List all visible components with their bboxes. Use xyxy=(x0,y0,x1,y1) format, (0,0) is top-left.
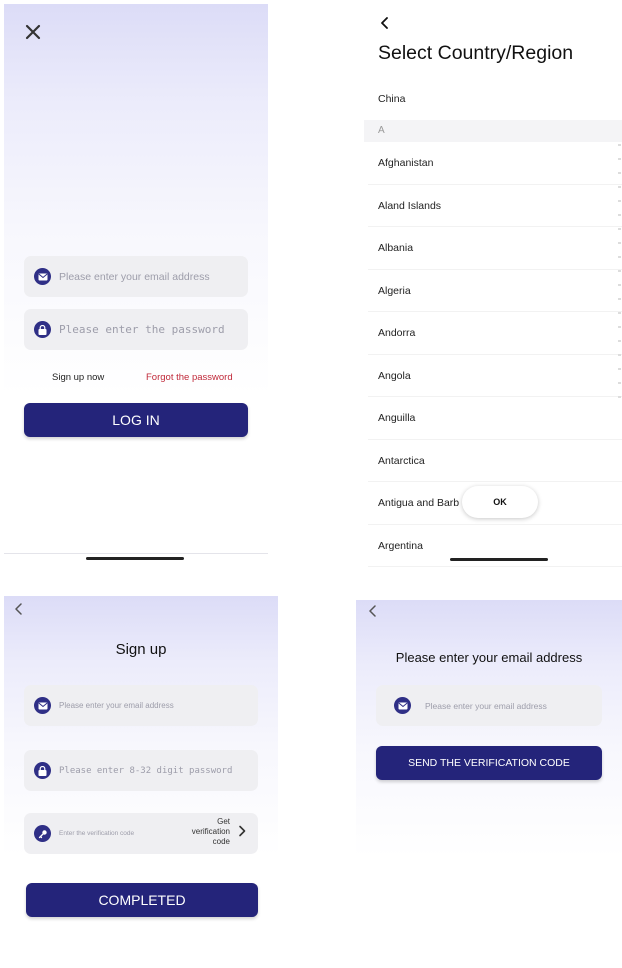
page-title: Select Country/Region xyxy=(378,42,574,64)
get-code-label-line1: Get xyxy=(217,817,230,826)
get-code-button[interactable]: Get verification code xyxy=(176,817,246,847)
email-input[interactable] xyxy=(59,270,248,283)
list-item[interactable]: Afghanistan xyxy=(368,142,622,185)
section-header: A xyxy=(364,120,622,142)
country-picker-screen: Select Country/Region China A Afghanista… xyxy=(364,4,622,574)
list-item[interactable]: Anguilla xyxy=(368,397,622,440)
pinned-country[interactable]: China xyxy=(378,93,405,105)
email-field[interactable] xyxy=(376,685,602,726)
get-code-label-line2: verification xyxy=(191,827,230,836)
login-button-label: LOG IN xyxy=(112,412,160,428)
verification-code-field[interactable]: Get verification code xyxy=(24,813,258,854)
list-item[interactable]: Aland Islands xyxy=(368,185,622,227)
list-item[interactable]: Antarctica xyxy=(368,440,622,482)
verification-code-input[interactable] xyxy=(59,830,171,837)
alphabet-index[interactable] xyxy=(618,144,621,404)
mail-icon xyxy=(394,697,411,714)
signup-screen: Sign up Get verification code COMPLETED xyxy=(4,596,278,968)
email-field[interactable] xyxy=(24,256,248,297)
section-letter: A xyxy=(378,125,385,136)
page-title: Sign up xyxy=(115,641,167,658)
list-item[interactable]: Andorra xyxy=(368,312,622,355)
password-field[interactable] xyxy=(24,309,248,350)
email-input[interactable] xyxy=(425,700,602,711)
login-screen: Sign up now Forgot the password LOG IN xyxy=(4,4,268,564)
bottom-divider xyxy=(4,553,268,554)
list-item[interactable]: Angola xyxy=(368,355,622,397)
ok-button-label: OK xyxy=(493,497,507,507)
lock-icon xyxy=(34,321,51,338)
send-button-label: SEND THE VERIFICATION CODE xyxy=(408,757,570,769)
back-icon[interactable] xyxy=(368,604,380,618)
completed-button[interactable]: COMPLETED xyxy=(26,883,258,917)
email-field[interactable] xyxy=(24,685,258,726)
key-icon xyxy=(34,825,51,842)
password-field[interactable] xyxy=(24,750,258,791)
login-button[interactable]: LOG IN xyxy=(24,403,248,437)
page-title: Please enter your email address xyxy=(395,650,583,665)
mail-icon xyxy=(34,268,51,285)
mail-icon xyxy=(34,697,51,714)
password-input[interactable] xyxy=(59,765,258,776)
list-item[interactable]: Albania xyxy=(368,227,622,270)
email-verification-screen: Please enter your email address SEND THE… xyxy=(356,600,622,968)
chevron-right-icon xyxy=(238,825,246,840)
send-verification-code-button[interactable]: SEND THE VERIFICATION CODE xyxy=(376,746,602,780)
signup-link[interactable]: Sign up now xyxy=(52,372,104,383)
home-indicator xyxy=(86,557,184,560)
back-icon[interactable] xyxy=(380,16,392,30)
list-item[interactable]: Algeria xyxy=(368,270,622,312)
close-icon[interactable] xyxy=(24,23,42,41)
home-indicator xyxy=(450,558,548,561)
back-icon[interactable] xyxy=(14,602,26,616)
password-input[interactable] xyxy=(59,323,248,336)
forgot-password-link[interactable]: Forgot the password xyxy=(146,372,233,383)
completed-button-label: COMPLETED xyxy=(98,892,186,908)
ok-button[interactable]: OK xyxy=(462,486,538,518)
email-input[interactable] xyxy=(59,701,258,710)
lock-icon xyxy=(34,762,51,779)
get-code-label-line3: code xyxy=(212,837,230,846)
